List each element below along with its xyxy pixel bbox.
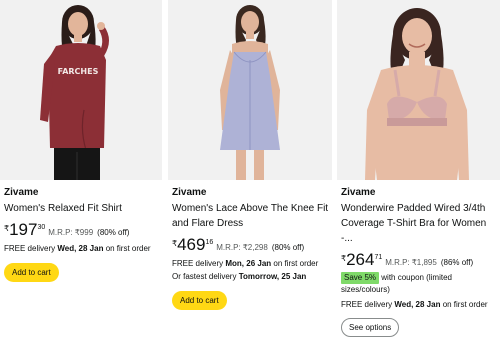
delivery-info: FREE delivery Wed, 28 Jan on first order — [4, 242, 162, 255]
delivery-info: FREE delivery Mon, 26 Jan on first order… — [172, 257, 332, 283]
product-title[interactable]: Women's Lace Above The Knee Fit and Flar… — [172, 201, 332, 231]
save-badge[interactable]: Save 5% — [341, 272, 380, 284]
add-to-cart-button[interactable]: Add to cart — [4, 263, 59, 282]
fastest-delivery-prefix: Or fastest delivery — [172, 272, 237, 281]
delivery-prefix: FREE delivery — [172, 259, 224, 268]
fastest-delivery-date: Tomorrow, 25 Jan — [238, 272, 307, 281]
product-card: Zivame Wonderwire Padded Wired 3/4th Cov… — [337, 0, 500, 337]
price-whole: 469 — [177, 235, 206, 254]
price-fraction: 71 — [374, 254, 383, 261]
product-brand: Zivame — [341, 187, 376, 198]
mrp-label: M.R.P: — [385, 258, 410, 267]
price-whole: 264 — [346, 250, 375, 269]
delivery-date: Wed, 28 Jan — [394, 300, 441, 309]
price-fraction: 30 — [37, 224, 46, 231]
delivery-info: FREE delivery Wed, 28 Jan on first order — [341, 298, 500, 311]
price-fraction: 16 — [205, 239, 214, 246]
product-title[interactable]: Women's Relaxed Fit Shirt — [4, 201, 162, 216]
product-image[interactable] — [337, 0, 500, 180]
discount-text: (80% off) — [271, 243, 305, 252]
see-options-button[interactable]: See options — [341, 318, 400, 337]
delivery-date: Mon, 26 Jan — [225, 259, 272, 268]
model-dress-illustration — [168, 0, 332, 180]
product-card: Zivame Women's Lace Above The Knee Fit a… — [168, 0, 332, 313]
add-to-cart-button[interactable]: Add to cart — [172, 291, 227, 310]
product-image[interactable]: FARCHES — [0, 0, 162, 180]
product-brand: Zivame — [172, 187, 207, 198]
product-title[interactable]: Wonderwire Padded Wired 3/4th Coverage T… — [341, 201, 500, 246]
discount-text: (80% off) — [97, 228, 130, 237]
price-row: ₹ 197 30 M.R.P: ₹999 (80% off) — [4, 221, 162, 239]
coupon-row: Save 5% with coupon (limited sizes/colou… — [341, 272, 500, 295]
product-image[interactable] — [168, 0, 332, 180]
price-row: ₹ 264 71 M.R.P: ₹1,895 (86% off) — [341, 251, 500, 269]
delivery-suffix: on first order — [105, 244, 151, 253]
mrp-value: ₹2,298 — [242, 243, 268, 252]
delivery-date: Wed, 28 Jan — [57, 244, 104, 253]
mrp-value: ₹999 — [74, 228, 94, 237]
delivery-prefix: FREE delivery — [341, 300, 393, 309]
shirt-print-text: FARCHES — [58, 67, 99, 76]
mrp-value: ₹1,895 — [411, 258, 437, 267]
model-bra-illustration — [337, 0, 500, 180]
price-whole: 197 — [9, 220, 38, 239]
mrp-label: M.R.P: — [216, 243, 241, 252]
discount-text: (86% off) — [440, 258, 474, 267]
product-brand: Zivame — [4, 187, 39, 198]
delivery-suffix: on first order — [273, 259, 319, 268]
mrp-label: M.R.P: — [48, 228, 73, 237]
price-row: ₹ 469 16 M.R.P: ₹2,298 (80% off) — [172, 236, 332, 254]
delivery-suffix: on first order — [442, 300, 488, 309]
product-card: FARCHES Zivame Women's Relaxed Fit Shirt… — [0, 0, 162, 313]
product-grid: FARCHES Zivame Women's Relaxed Fit Shirt… — [0, 0, 500, 337]
model-shirt-illustration: FARCHES — [0, 0, 162, 180]
delivery-prefix: FREE delivery — [4, 244, 56, 253]
